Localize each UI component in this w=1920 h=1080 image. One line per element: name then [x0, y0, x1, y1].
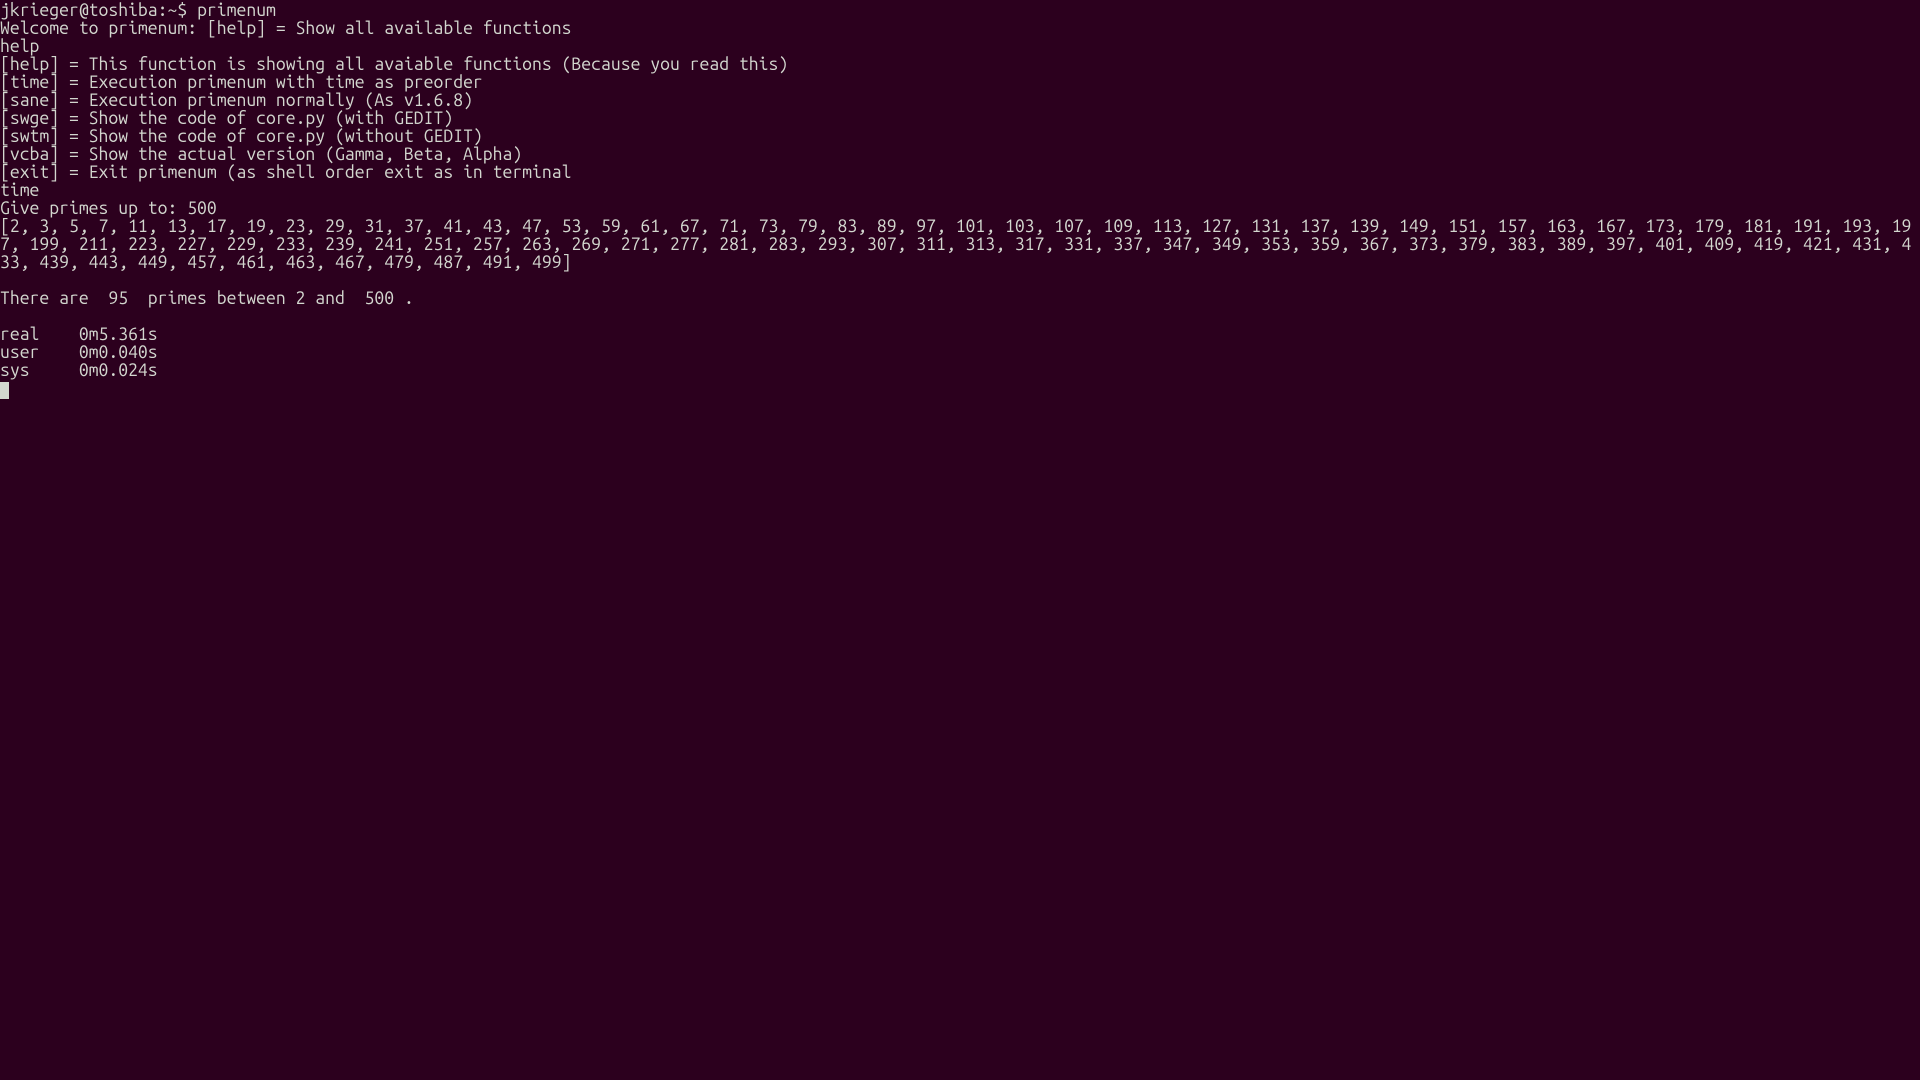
blank-line: [0, 272, 1920, 290]
prompt-command: primenum: [197, 1, 276, 20]
cursor-line: [0, 380, 1920, 398]
help-line-3: [swge] = Show the code of core.py (with …: [0, 110, 1920, 128]
primes-list-line: [2, 3, 5, 7, 11, 13, 17, 19, 23, 29, 31,…: [0, 218, 1920, 272]
blank-line-2: [0, 308, 1920, 326]
help-line-6: [exit] = Exit primenum (as shell order e…: [0, 164, 1920, 182]
summary-line: There are 95 primes between 2 and 500 .: [0, 290, 1920, 308]
prompt-line: jkrieger@toshiba:~$ primenum: [0, 2, 1920, 20]
cursor-icon: [0, 382, 9, 399]
user-input-time: time: [0, 182, 1920, 200]
terminal-output[interactable]: jkrieger@toshiba:~$ primenumWelcome to p…: [0, 0, 1920, 1080]
user-input-help: help: [0, 38, 1920, 56]
prompt-user-host: jkrieger@toshiba: [0, 1, 158, 20]
timing-sys: sys 0m0.024s: [0, 362, 1920, 380]
help-line-0: [help] = This function is showing all av…: [0, 56, 1920, 74]
prompt-path: :~$: [158, 1, 197, 20]
help-line-1: [time] = Execution primenum with time as…: [0, 74, 1920, 92]
help-line-5: [vcba] = Show the actual version (Gamma,…: [0, 146, 1920, 164]
timing-real: real 0m5.361s: [0, 326, 1920, 344]
welcome-line: Welcome to primenum: [help] = Show all a…: [0, 20, 1920, 38]
help-line-4: [swtm] = Show the code of core.py (witho…: [0, 128, 1920, 146]
timing-user: user 0m0.040s: [0, 344, 1920, 362]
help-line-2: [sane] = Execution primenum normally (As…: [0, 92, 1920, 110]
give-primes-line: Give primes up to: 500: [0, 200, 1920, 218]
